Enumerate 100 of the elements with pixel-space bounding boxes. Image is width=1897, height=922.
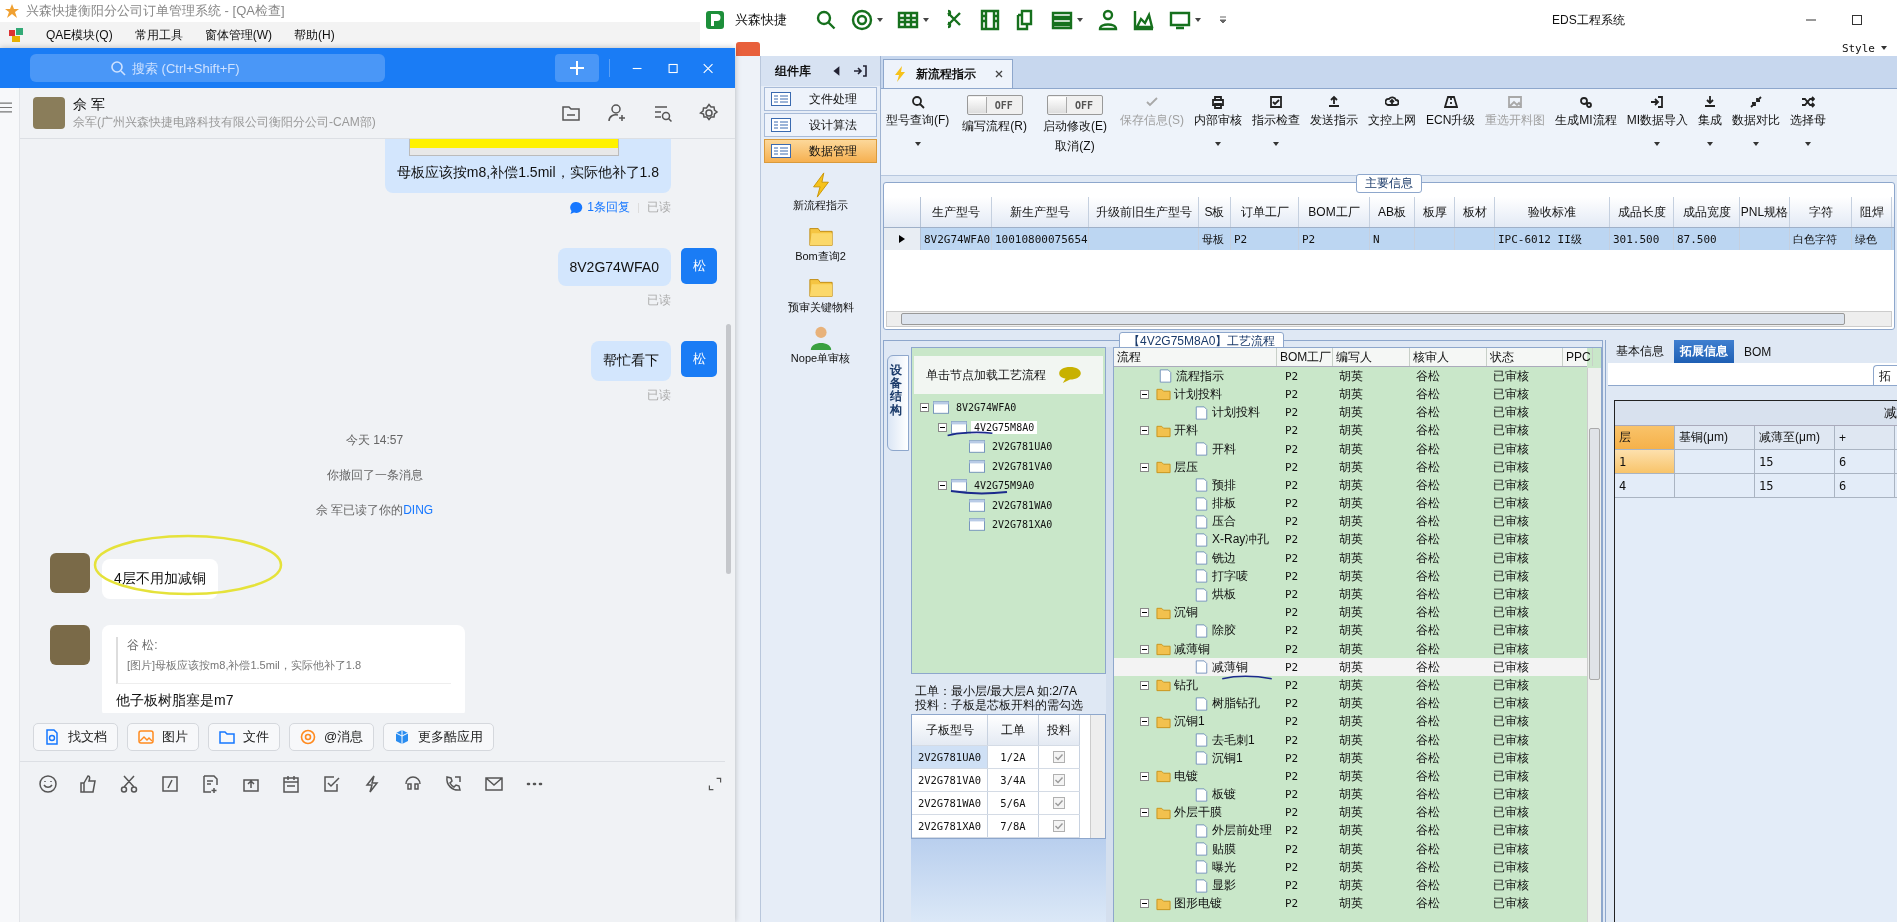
table-row[interactable]: 8V2G74WFA0 10010800075654 母板 P2 P2 N IPC-6012 II级 301.500 87.500 白色字符 绿色	[884, 228, 1894, 250]
column-header[interactable]: 状态	[1487, 348, 1563, 367]
column-header[interactable]: AB板	[1370, 197, 1415, 227]
menu-item[interactable]: QAE模块(Q)	[46, 26, 113, 44]
settings-icon[interactable]	[699, 103, 719, 123]
ribbon-button[interactable]: 选择母	[1785, 95, 1832, 146]
tool-item[interactable]: Nope单审核	[769, 323, 872, 368]
tab[interactable]: BOM	[1738, 340, 1778, 363]
table-row[interactable]: 流程指示 P2 胡英 谷松 已审核	[1114, 367, 1587, 386]
table-row[interactable]: 图形电镀 P2 胡英 谷松 已审核	[1114, 894, 1587, 913]
maximize-icon[interactable]	[1851, 14, 1863, 26]
scissors-icon[interactable]	[119, 774, 139, 794]
calendar-icon[interactable]	[281, 774, 301, 794]
column-header[interactable]: 层	[1615, 426, 1675, 449]
ribbon-button[interactable]: 文控上网	[1363, 95, 1421, 129]
document-tab[interactable]: 新流程指示	[883, 59, 1013, 88]
collapse-toggle[interactable]	[1140, 608, 1149, 618]
collapse-toggle[interactable]	[920, 403, 929, 413]
checkbox[interactable]	[1053, 774, 1065, 786]
column-header[interactable]: 成品长度	[1610, 197, 1674, 227]
menu-item[interactable]: 窗体管理(W)	[204, 26, 272, 44]
add-button[interactable]	[555, 54, 599, 82]
collapse-toggle[interactable]	[1140, 717, 1149, 727]
ribbon-button[interactable]: 指示检查	[1247, 95, 1305, 146]
column-header[interactable]: 新生产型号	[992, 197, 1089, 227]
column-header[interactable]: +	[1835, 426, 1895, 449]
message-bubble[interactable]: 8V2G74WFA0	[557, 248, 671, 286]
collapse-toggle[interactable]	[1140, 771, 1149, 781]
column-header[interactable]: 减薄至(μm)	[1755, 426, 1835, 449]
message-bubble[interactable]: 谷 松: [图片]母板应该按m8,补偿1.5mil，实际他补了1.8 他子板树脂塞是m7	[102, 625, 465, 713]
table-row[interactable]: 打字唛 P2 胡英 谷松 已审核	[1114, 567, 1587, 586]
table-row[interactable]: 显影 P2 胡英 谷松 已审核	[1114, 876, 1587, 895]
caret-icon[interactable]	[1077, 18, 1083, 22]
column-header[interactable]: BOM工厂	[1299, 197, 1370, 227]
column-header[interactable]: 基铜(μm)	[1675, 426, 1755, 449]
table-row[interactable]: 除胶 P2 胡英 谷松 已审核	[1114, 621, 1587, 640]
close-icon[interactable]	[994, 69, 1004, 79]
menu-item[interactable]: 帮助(H)	[294, 26, 335, 44]
table-row[interactable]: 压合 P2 胡英 谷松 已审核	[1114, 512, 1587, 531]
ribbon-button[interactable]: ECN升级	[1421, 95, 1481, 129]
message-bubble[interactable]: 4层不用加减铜	[102, 559, 218, 599]
table-row[interactable]: 预排 P2 胡英 谷松 已审核	[1114, 476, 1587, 495]
expand-icon[interactable]	[707, 776, 723, 792]
table-row[interactable]: 开料 P2 胡英 谷松 已审核	[1114, 421, 1587, 440]
checkbox-icon[interactable]	[321, 774, 342, 794]
column-header[interactable]: 编写人	[1333, 348, 1410, 367]
column-header[interactable]: 阻焊	[1852, 197, 1892, 227]
column-header[interactable]: 子板型号	[912, 715, 988, 745]
table-row[interactable]: 开料 P2 胡英 谷松 已审核	[1114, 439, 1587, 459]
node-label[interactable]: 2V2G781XA0	[989, 518, 1056, 532]
tool-item[interactable]: Bom查询2	[769, 221, 872, 266]
film-icon[interactable]	[979, 9, 1001, 31]
node-label[interactable]: 4V2G75M9A0	[971, 479, 1038, 493]
collapse-toggle[interactable]	[1140, 389, 1149, 399]
column-header[interactable]: 订单工厂	[1231, 197, 1299, 227]
table-row[interactable]: 外层干膜 P2 胡英 谷松 已审核	[1114, 803, 1587, 822]
person-icon[interactable]	[1097, 9, 1119, 31]
ribbon-button[interactable]: 生成MI流程	[1550, 95, 1622, 129]
table-row[interactable]: 贴膜 P2 胡英 谷松 已审核	[1114, 840, 1587, 859]
checkbox[interactable]	[1053, 797, 1065, 809]
ribbon-button[interactable]: MI数据导入	[1621, 95, 1694, 146]
table-row[interactable]: 曝光 P2 胡英 谷松 已审核	[1114, 858, 1587, 877]
toggle-switch[interactable]: OFF	[1047, 95, 1103, 115]
table-row[interactable]: 沉铜1 P2 胡英 谷松 已审核	[1114, 712, 1587, 731]
user-avatar[interactable]: 松	[681, 341, 717, 377]
checkbox[interactable]	[1053, 751, 1065, 763]
checkbox[interactable]	[1053, 820, 1065, 832]
monitor-icon[interactable]	[1169, 9, 1191, 31]
scrollbar[interactable]	[726, 324, 731, 574]
replies-link[interactable]: 1条回复	[587, 199, 630, 216]
column-header[interactable]: PPC	[1563, 348, 1593, 367]
quick-action-button[interactable]: 图片	[127, 723, 199, 751]
ribbon-button[interactable]: 数据对比	[1727, 95, 1786, 146]
table-row[interactable]: 树脂钻孔 P2 胡英 谷松 已审核	[1114, 694, 1587, 713]
ribbon-button[interactable]: 集成	[1693, 95, 1728, 146]
tab[interactable]: 基本信息	[1610, 340, 1670, 363]
caret-icon[interactable]	[1195, 18, 1201, 22]
ribbon-button[interactable]: 内部审核	[1189, 95, 1247, 146]
ding-link[interactable]: DING	[403, 503, 434, 517]
table-row[interactable]: 减薄铜 P2 胡英 谷松 已审核	[1114, 658, 1587, 677]
pin-icon[interactable]	[853, 64, 867, 78]
tool-item[interactable]: 新流程指示	[769, 170, 872, 215]
search-list-icon[interactable]	[653, 103, 673, 123]
caret-icon[interactable]	[923, 18, 929, 22]
column-header[interactable]: 生产型号	[921, 197, 992, 227]
column-header[interactable]: 板厚	[1415, 197, 1455, 227]
table-row[interactable]: 沉铜1 P2 胡英 谷松 已审核	[1114, 749, 1587, 768]
quick-action-button[interactable]: @消息	[289, 723, 375, 751]
toggle-switch[interactable]: OFF	[966, 95, 1023, 115]
collapse-toggle[interactable]	[1140, 462, 1149, 472]
quick-action-button[interactable]: 找文档	[33, 723, 118, 751]
sidebar-item[interactable]: 数据管理	[764, 139, 877, 163]
table-row[interactable]: 铣边 P2 胡英 谷松 已审核	[1114, 549, 1587, 568]
column-header[interactable]: 投料	[1039, 715, 1080, 745]
search-icon[interactable]	[815, 9, 837, 31]
column-header[interactable]: BOM工厂	[1277, 348, 1333, 367]
table-row[interactable]: 沉铜 P2 胡英 谷松 已审核	[1114, 603, 1587, 622]
message-bubble[interactable]: 母板应该按m8,补偿1.5mil，实际他补了1.8	[384, 139, 671, 193]
emoji-icon[interactable]	[38, 774, 58, 794]
sidebar-item[interactable]: 设计算法	[764, 113, 877, 137]
